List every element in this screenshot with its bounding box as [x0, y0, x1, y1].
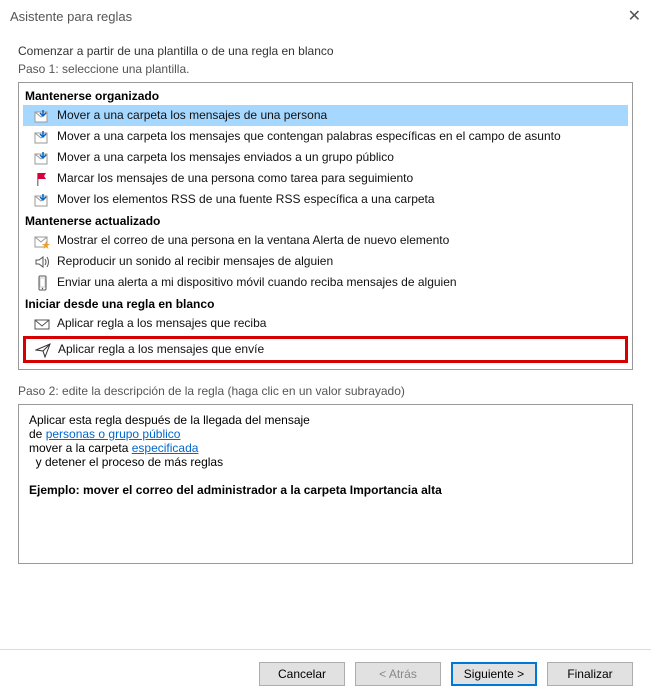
rule-description-box: Aplicar esta regla después de la llegada…: [18, 404, 633, 564]
flag-icon: [33, 170, 51, 188]
rule-item-label: Enviar una alerta a mi dispositivo móvil…: [57, 273, 457, 292]
link-folder-specified[interactable]: especificada: [132, 441, 199, 455]
rule-item-label: Mover los elementos RSS de una fuente RS…: [57, 190, 435, 209]
window-title: Asistente para reglas: [10, 9, 132, 24]
next-button[interactable]: Siguiente >: [451, 662, 537, 686]
rule-item-label: Aplicar regla a los mensajes que reciba: [57, 314, 266, 333]
template-listbox[interactable]: Mantenerse organizado Mover a una carpet…: [18, 82, 633, 370]
rule-item-label: Mover a una carpeta los mensajes de una …: [57, 106, 327, 125]
rule-item-mobile-alert[interactable]: Enviar una alerta a mi dispositivo móvil…: [23, 272, 628, 293]
section-header-blank: Iniciar desde una regla en blanco: [23, 293, 628, 313]
desc-line2: de personas o grupo público: [29, 427, 622, 441]
move-folder-icon: [33, 191, 51, 209]
rule-item-label: Aplicar regla a los mensajes que envíe: [58, 340, 264, 359]
rule-item-label: Mover a una carpeta los mensajes que con…: [57, 127, 561, 146]
mobile-icon: [33, 274, 51, 292]
desc-line1: Aplicar esta regla después de la llegada…: [29, 413, 622, 427]
close-icon[interactable]: ✕: [628, 6, 641, 26]
rule-item-apply-outgoing[interactable]: Aplicar regla a los mensajes que envíe: [26, 339, 625, 360]
rule-item-label: Mover a una carpeta los mensajes enviado…: [57, 148, 394, 167]
finish-button[interactable]: Finalizar: [547, 662, 633, 686]
button-bar: Cancelar < Atrás Siguiente > Finalizar: [0, 649, 651, 697]
step2-label: Paso 2: edite la descripción de la regla…: [18, 384, 633, 398]
dialog-content: Comenzar a partir de una plantilla o de …: [0, 32, 651, 564]
step1-label: Paso 1: seleccione una plantilla.: [18, 62, 633, 76]
desc-example: Ejemplo: mover el correo del administrad…: [29, 483, 622, 497]
rule-item-flag-followup[interactable]: Marcar los mensajes de una persona como …: [23, 168, 628, 189]
sound-icon: [33, 253, 51, 271]
send-icon: [34, 341, 52, 359]
rule-item-move-from-person[interactable]: Mover a una carpeta los mensajes de una …: [23, 105, 628, 126]
section-header-organized: Mantenerse organizado: [23, 85, 628, 105]
alert-star-icon: [33, 232, 51, 250]
move-folder-icon: [33, 107, 51, 125]
rule-item-move-rss[interactable]: Mover los elementos RSS de una fuente RS…: [23, 189, 628, 210]
intro-text: Comenzar a partir de una plantilla o de …: [18, 44, 633, 58]
link-people-group[interactable]: personas o grupo público: [46, 427, 181, 441]
back-button[interactable]: < Atrás: [355, 662, 441, 686]
title-bar: Asistente para reglas ✕: [0, 0, 651, 32]
rule-item-label: Mostrar el correo de una persona en la v…: [57, 231, 449, 250]
cancel-button[interactable]: Cancelar: [259, 662, 345, 686]
rule-item-apply-incoming[interactable]: Aplicar regla a los mensajes que reciba: [23, 313, 628, 334]
rule-item-alert-window[interactable]: Mostrar el correo de una persona en la v…: [23, 230, 628, 251]
move-folder-icon: [33, 128, 51, 146]
rule-item-play-sound[interactable]: Reproducir un sonido al recibir mensajes…: [23, 251, 628, 272]
desc-line4: y detener el proceso de más reglas: [29, 455, 622, 469]
rule-item-move-public-group[interactable]: Mover a una carpeta los mensajes enviado…: [23, 147, 628, 168]
rule-item-move-words-subject[interactable]: Mover a una carpeta los mensajes que con…: [23, 126, 628, 147]
rule-item-label: Marcar los mensajes de una persona como …: [57, 169, 413, 188]
highlight-annotation: Aplicar regla a los mensajes que envíe: [23, 336, 628, 363]
rule-item-label: Reproducir un sonido al recibir mensajes…: [57, 252, 333, 271]
envelope-icon: [33, 315, 51, 333]
desc-line3: mover a la carpeta especificada: [29, 441, 622, 455]
section-header-updated: Mantenerse actualizado: [23, 210, 628, 230]
move-folder-icon: [33, 149, 51, 167]
